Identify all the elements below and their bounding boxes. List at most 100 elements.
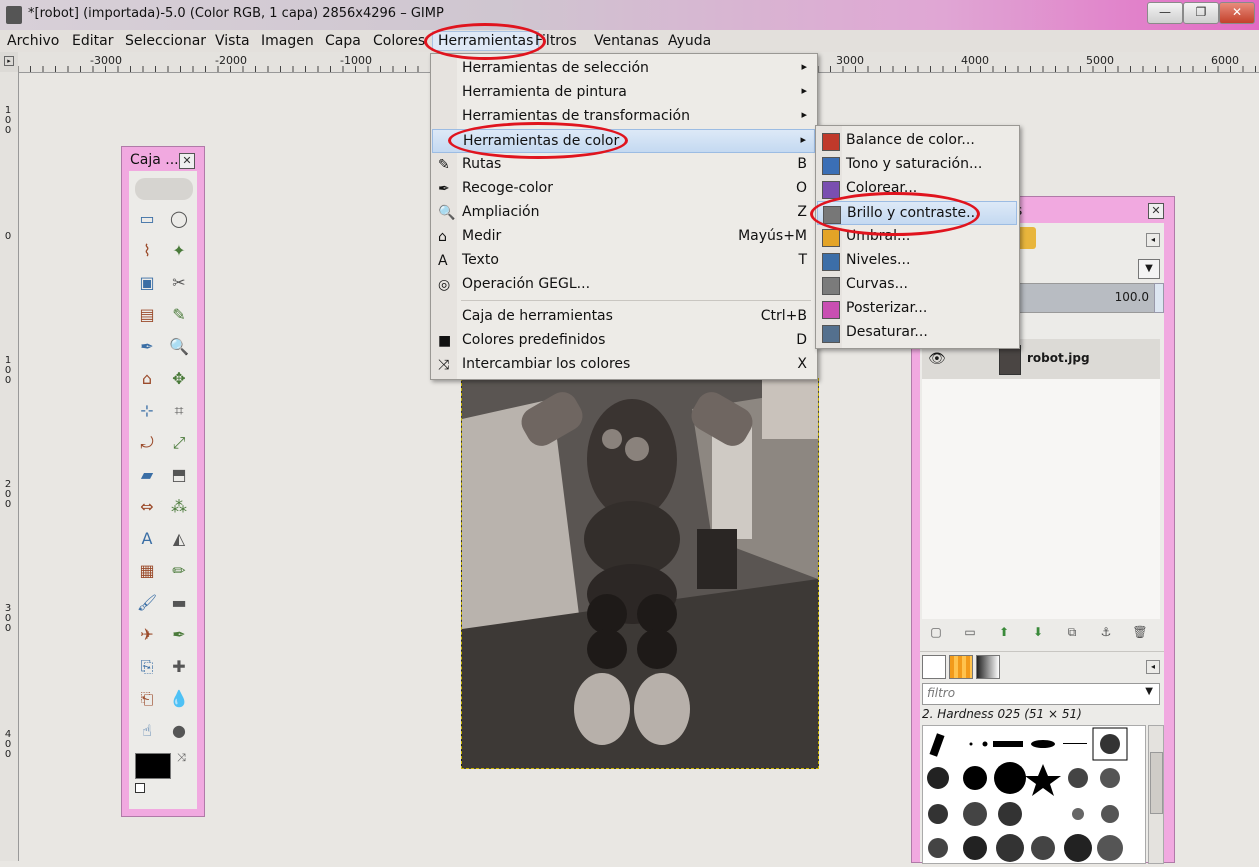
scale-tool-icon[interactable]: ⤢ — [168, 432, 190, 454]
clone-tool-icon[interactable]: ⎘ — [136, 656, 158, 678]
menu-editar[interactable]: Editar — [72, 33, 113, 49]
menu-vista[interactable]: Vista — [215, 33, 250, 49]
crop-tool-icon[interactable]: ⌗ — [168, 400, 190, 422]
opacity-slider[interactable]: 100.0 — [1016, 283, 1156, 313]
perspective-tool-icon[interactable]: ⬒ — [168, 464, 190, 486]
brush-previews — [927, 727, 1128, 862]
menu-item-colores-predefinidos[interactable]: ■ Colores predefinidos D — [432, 329, 815, 353]
dock-menu-icon[interactable]: ◂ — [1146, 660, 1160, 674]
scissors-select-tool-icon[interactable]: ✂ — [168, 272, 190, 294]
toolbox-window[interactable]: Caja ... ✕ ⤨ ▭ ◯ ⌇ ✦ ▣ ✂ ▤ ✎ ✒ 🔍 ⌂ ✥ ⊹ ⌗ ⤾ ⤢ ▰ ⬒ ⇔ ⁂ A ◭ ▦ ✏ 🖌 ▬ ✈… — [121, 146, 205, 817]
scrollbar-thumb[interactable] — [1150, 752, 1163, 814]
ruler-label: 1 0 0 — [4, 105, 12, 136]
mode-dropdown-icon[interactable]: ▼ — [1138, 259, 1160, 279]
submenu-item-desaturate[interactable]: Desaturar... — [817, 321, 1017, 345]
close-icon[interactable]: ✕ — [1148, 203, 1164, 219]
menu-item-shortcut: Z — [797, 204, 807, 220]
opacity-spin-icon[interactable] — [1154, 283, 1164, 313]
submenu-item-curves[interactable]: Curvas... — [817, 273, 1017, 297]
perspective-clone-tool-icon[interactable]: ⎗ — [136, 688, 158, 710]
ruler-corner-button[interactable]: ▸ — [0, 52, 19, 73]
move-tool-icon[interactable]: ✥ — [168, 368, 190, 390]
canvas-image[interactable] — [461, 378, 819, 769]
blend-tool-icon[interactable]: ▦ — [136, 560, 158, 582]
select-by-color-tool-icon[interactable]: ▣ — [136, 272, 158, 294]
rect-select-tool-icon[interactable]: ▭ — [136, 208, 158, 230]
heal-tool-icon[interactable]: ✚ — [168, 656, 190, 678]
delete-layer-icon[interactable]: 🗑 — [1132, 625, 1148, 641]
raise-layer-icon[interactable]: ⬆ — [996, 625, 1012, 641]
chevron-down-icon[interactable]: ▼ — [1145, 686, 1153, 697]
foreground-select-tool-icon[interactable]: ▤ — [136, 304, 158, 326]
free-select-tool-icon[interactable]: ⌇ — [136, 240, 158, 262]
menu-item-medir[interactable]: ⌂ Medir Mayús+M — [432, 225, 815, 249]
menu-item-recoge-color[interactable]: ✒ Recoge-color O — [432, 177, 815, 201]
brush-grid[interactable] — [922, 725, 1146, 864]
flip-tool-icon[interactable]: ⇔ — [136, 496, 158, 518]
rotate-tool-icon[interactable]: ⤾ — [136, 432, 158, 454]
menu-colores[interactable]: Colores — [373, 33, 425, 49]
menu-ventanas[interactable]: Ventanas — [594, 33, 659, 49]
lower-layer-icon[interactable]: ⬇ — [1030, 625, 1046, 641]
submenu-item-label: Posterizar... — [846, 300, 928, 316]
menu-item-rutas[interactable]: ✎ Rutas B — [432, 153, 815, 177]
menu-item-ampliación[interactable]: 🔍 Ampliación Z — [432, 201, 815, 225]
paintbrush-tool-icon[interactable]: 🖌 — [136, 592, 158, 614]
measure-tool-icon[interactable]: ⌂ — [136, 368, 158, 390]
visibility-eye-icon[interactable]: 👁 — [928, 351, 946, 367]
window-titlebar[interactable]: *[robot] (importada)-5.0 (Color RGB, 1 c… — [0, 0, 1259, 30]
menu-seleccionar[interactable]: Seleccionar — [125, 33, 206, 49]
anchor-layer-icon[interactable]: ⚓ — [1098, 625, 1114, 641]
vertical-ruler[interactable]: 1 0 0 0 1 0 0 2 0 0 3 0 0 4 0 0 — [0, 72, 19, 861]
brushes-tab-icon[interactable] — [922, 655, 946, 679]
menu-imagen[interactable]: Imagen — [261, 33, 314, 49]
smudge-tool-icon[interactable]: ☝ — [136, 720, 158, 742]
shear-tool-icon[interactable]: ▰ — [136, 464, 158, 486]
ellipse-select-tool-icon[interactable]: ◯ — [168, 208, 190, 230]
minimize-button[interactable]: — — [1147, 2, 1183, 24]
close-window-button[interactable]: ✕ — [1219, 2, 1255, 24]
bucket-fill-tool-icon[interactable]: ◭ — [168, 528, 190, 550]
new-layer-icon[interactable]: ▢ — [928, 625, 944, 641]
swap-colors-icon[interactable]: ⤨ — [177, 751, 186, 765]
menu-item-texto[interactable]: A Texto T — [432, 249, 815, 273]
color-picker-tool-icon[interactable]: ✒ — [136, 336, 158, 358]
menu-item-herramienta-de-pintura[interactable]: Herramienta de pintura ▸ — [432, 81, 815, 105]
menu-item-intercambiar-los-colores[interactable]: ⤨ Intercambiar los colores X — [432, 353, 815, 377]
new-layer-group-icon[interactable]: ▭ — [962, 625, 978, 641]
eraser-tool-icon[interactable]: ▬ — [168, 592, 190, 614]
submenu-item-posterize[interactable]: Posterizar... — [817, 297, 1017, 321]
blur-tool-icon[interactable]: 💧 — [168, 688, 190, 710]
menu-item-operación-gegl[interactable]: ◎ Operación GEGL... — [432, 273, 815, 297]
maximize-button[interactable]: ❐ — [1183, 2, 1219, 24]
toolbox-title: Caja ... — [130, 152, 179, 168]
zoom-tool-icon[interactable]: 🔍 — [168, 336, 190, 358]
cage-transform-tool-icon[interactable]: ⁂ — [168, 496, 190, 518]
close-icon[interactable]: ✕ — [179, 153, 195, 169]
menu-archivo[interactable]: Archivo — [7, 33, 59, 49]
airbrush-tool-icon[interactable]: ✈ — [136, 624, 158, 646]
paths-tool-icon[interactable]: ✎ — [168, 304, 190, 326]
menu-item-caja-de-herramientas[interactable]: Caja de herramientas Ctrl+B — [432, 305, 815, 329]
foreground-color-swatch[interactable] — [135, 753, 171, 779]
menu-capa[interactable]: Capa — [325, 33, 361, 49]
submenu-item-color-balance[interactable]: Balance de color... — [817, 129, 1017, 153]
brush-grid-scrollbar[interactable] — [1148, 725, 1164, 864]
menu-item-herramientas-de-selección[interactable]: Herramientas de selección ▸ — [432, 57, 815, 81]
duplicate-layer-icon[interactable]: ⧉ — [1064, 625, 1080, 641]
align-tool-icon[interactable]: ⊹ — [136, 400, 158, 422]
gradients-tab-icon[interactable] — [976, 655, 1000, 679]
menu-ayuda[interactable]: Ayuda — [668, 33, 711, 49]
dodge-burn-tool-icon[interactable]: ● — [168, 720, 190, 742]
pencil-tool-icon[interactable]: ✏ — [168, 560, 190, 582]
dock-menu-icon[interactable]: ◂ — [1146, 233, 1160, 247]
menu-item-label: Recoge-color — [462, 180, 553, 196]
fuzzy-select-tool-icon[interactable]: ✦ — [168, 240, 190, 262]
submenu-item-hue-saturation[interactable]: Tono y saturación... — [817, 153, 1017, 177]
brush-filter-input[interactable]: filtro ▼ — [922, 683, 1160, 705]
default-colors-icon[interactable] — [135, 783, 145, 793]
text-tool-icon[interactable]: A — [136, 528, 158, 550]
submenu-item-levels[interactable]: Niveles... — [817, 249, 1017, 273]
ink-tool-icon[interactable]: ✒ — [168, 624, 190, 646]
patterns-tab-icon[interactable] — [949, 655, 973, 679]
